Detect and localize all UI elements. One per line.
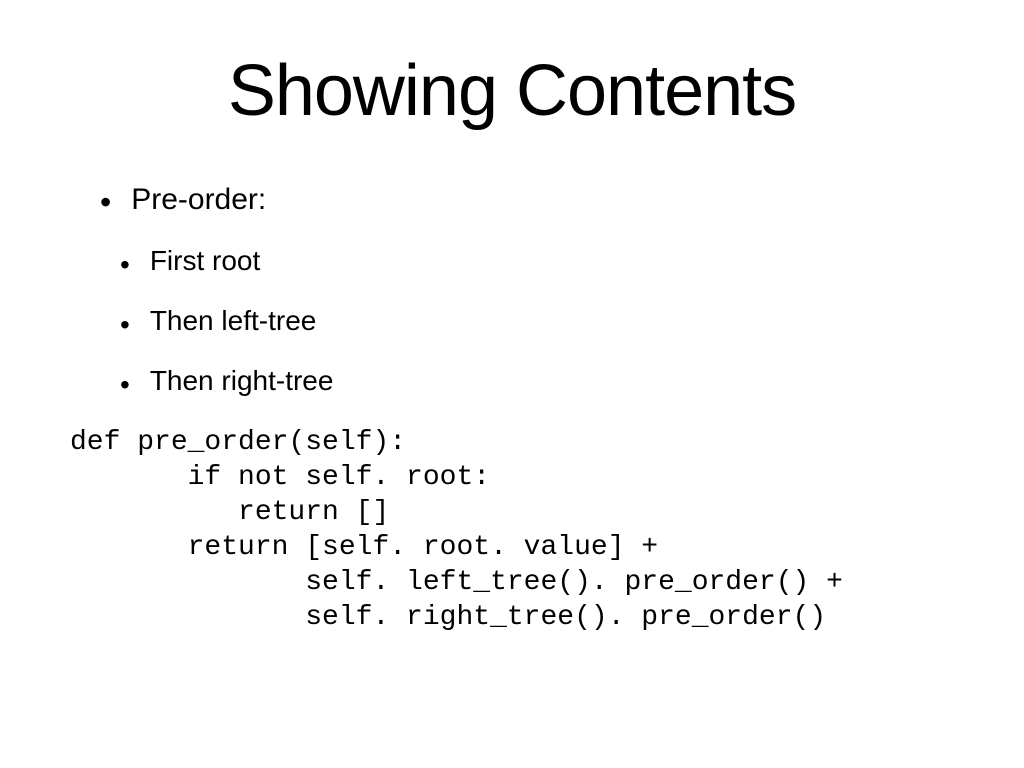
bullet-icon: • — [100, 186, 111, 218]
sub-bullet-text: Then left-tree — [150, 305, 317, 337]
bullet-icon: • — [120, 371, 130, 399]
main-bullet-list: • Pre-order: — [100, 182, 964, 217]
sub-bullet-item: • First root — [120, 245, 964, 277]
sub-bullet-text: Then right-tree — [150, 365, 334, 397]
bullet-icon: • — [120, 311, 130, 339]
slide-title: Showing Contents — [60, 50, 964, 132]
sub-bullet-text: First root — [150, 245, 260, 277]
sub-bullet-list: • First root • Then left-tree • Then rig… — [120, 245, 964, 397]
slide-container: Showing Contents • Pre-order: • First ro… — [0, 0, 1024, 768]
bullet-icon: • — [120, 251, 130, 279]
main-bullet-text: Pre-order: — [131, 183, 266, 217]
code-block: def pre_order(self): if not self. root: … — [70, 425, 964, 635]
main-bullet-item: • Pre-order: — [100, 182, 964, 217]
sub-bullet-item: • Then left-tree — [120, 305, 964, 337]
sub-bullet-item: • Then right-tree — [120, 365, 964, 397]
